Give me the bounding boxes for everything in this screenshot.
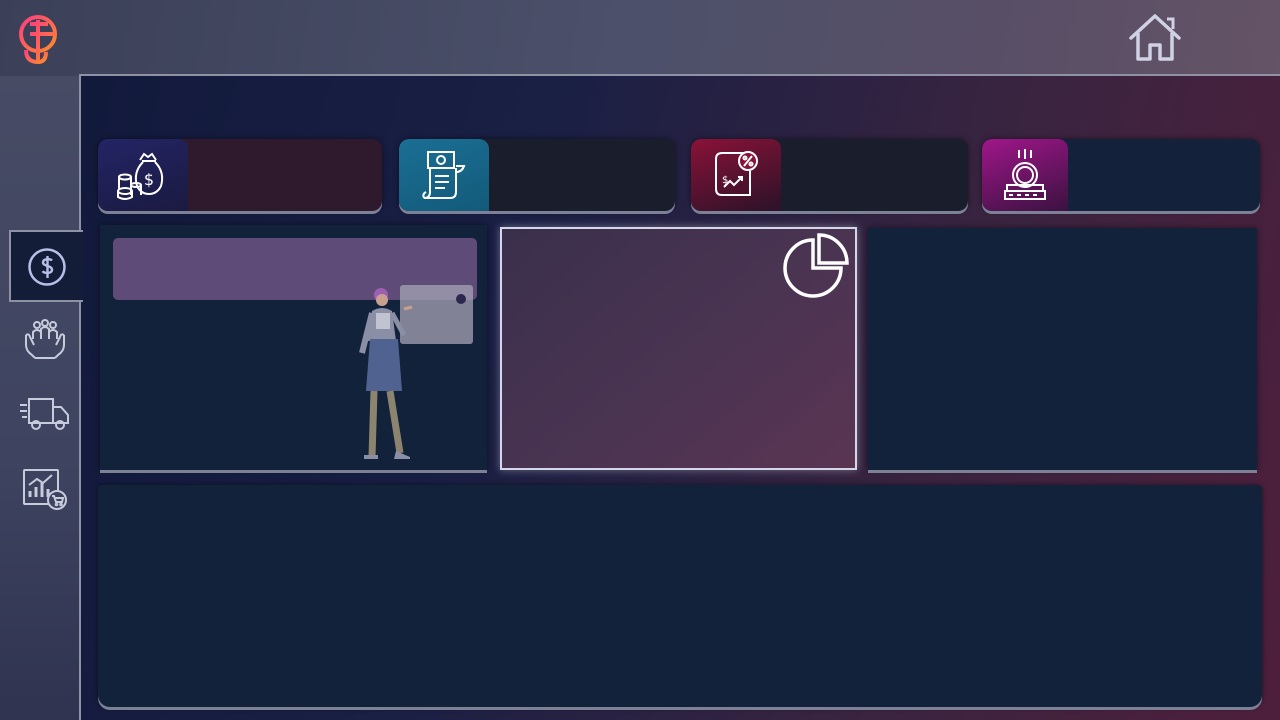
customers-hands-icon — [25, 319, 65, 359]
delivery-truck-icon — [20, 398, 69, 430]
kpi-card-margin: $ — [691, 139, 968, 211]
sales-chart-cart-icon — [23, 469, 67, 510]
svg-text:$: $ — [144, 170, 154, 189]
bottom-panel — [98, 485, 1262, 707]
sidebar-item-delivery[interactable] — [14, 386, 76, 442]
kpi-icon-box: $ — [691, 139, 781, 211]
invoice-receipt-icon — [422, 151, 466, 199]
percent-document-icon: $ — [715, 151, 758, 196]
kpi-icon-box — [399, 139, 489, 211]
pie-chart-icon — [783, 233, 849, 298]
home-icon — [1129, 14, 1181, 61]
coin-drop-icon — [1004, 149, 1046, 200]
home-button[interactable] — [1126, 12, 1184, 64]
kpi-icon-box: $ — [98, 139, 188, 211]
kpi-card-coins — [982, 139, 1260, 211]
kpi-icon-box — [982, 139, 1068, 211]
sidebar-item-customers[interactable] — [14, 311, 76, 367]
svg-text:$: $ — [722, 175, 728, 186]
sidebar-item-sales[interactable] — [14, 461, 76, 517]
money-bag-coins-icon: $ — [117, 152, 164, 200]
dollar-circle-icon — [28, 248, 66, 286]
woman-presenting-illustration — [359, 285, 473, 459]
kpi-card-revenue: $ — [98, 139, 382, 211]
kpi-card-invoices — [399, 139, 675, 211]
right-panel — [868, 228, 1257, 470]
top-bar — [0, 0, 1280, 76]
brand-logo-icon — [16, 10, 66, 68]
sidebar-item-finance[interactable] — [9, 230, 83, 302]
